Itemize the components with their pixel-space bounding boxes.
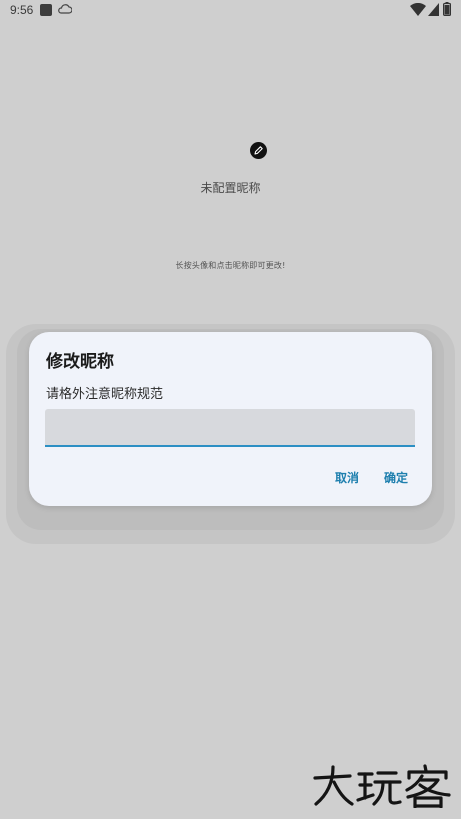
nickname-input[interactable] bbox=[45, 409, 415, 445]
confirm-button[interactable]: 确定 bbox=[384, 469, 408, 486]
nickname-label[interactable]: 未配置昵称 bbox=[0, 179, 461, 196]
dialog-title: 修改昵称 bbox=[46, 352, 114, 372]
cloud-icon bbox=[58, 4, 72, 14]
status-bar: 9:56 bbox=[0, 0, 461, 22]
dialog-message: 请格外注意昵称规范 bbox=[46, 387, 164, 402]
edit-nickname-dialog: 修改昵称 请格外注意昵称规范 取消 确定 bbox=[29, 332, 432, 506]
status-time: 9:56 bbox=[10, 3, 34, 17]
edit-pencil-icon[interactable] bbox=[250, 142, 267, 159]
hint-text: 长按头像和点击昵称即可更改! bbox=[175, 261, 286, 270]
nickname-input-container bbox=[45, 409, 415, 447]
cancel-button[interactable]: 取消 bbox=[335, 469, 359, 486]
app-square-icon bbox=[40, 4, 52, 16]
battery-icon bbox=[443, 2, 451, 16]
watermark-logo bbox=[313, 764, 451, 808]
wifi-icon bbox=[410, 3, 426, 16]
signal-icon bbox=[428, 3, 439, 16]
